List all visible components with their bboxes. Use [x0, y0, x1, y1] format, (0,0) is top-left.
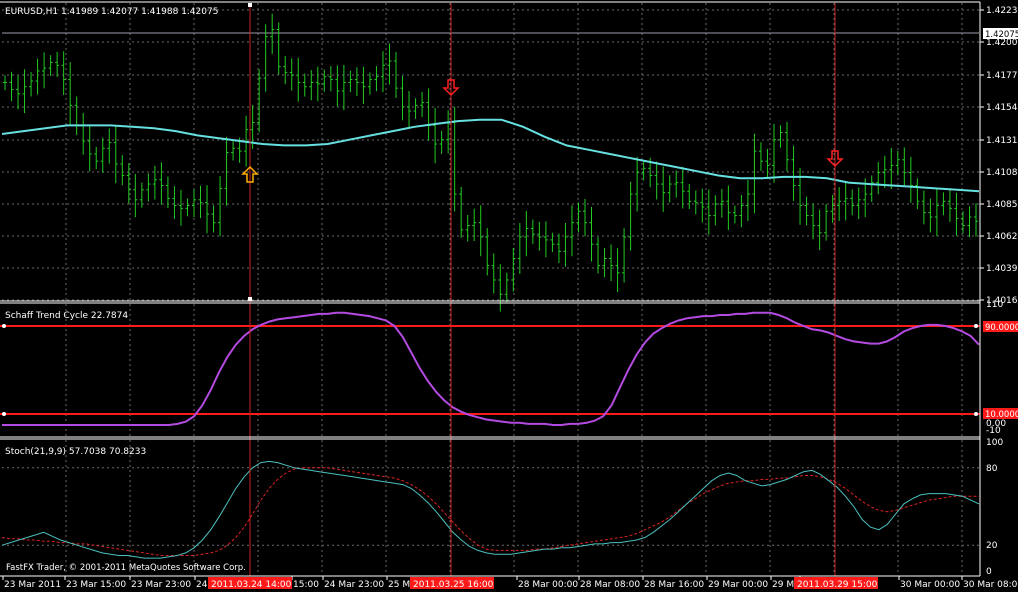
stoch-scale-label: 20: [986, 541, 998, 551]
time-axis-label: 30 Mar 00:00: [900, 580, 960, 590]
stc-level-tag-90: 90.0000: [983, 321, 1018, 333]
current-price-value: 1.42075: [985, 30, 1018, 40]
price-header: EURUSD,H1 1.41989 1.42077 1.41988 1.4207…: [5, 7, 218, 17]
time-axis-label: 23 Mar 23:00: [131, 580, 191, 590]
current-price-tag: 1.42075: [983, 28, 1018, 40]
stoch-scale-label: 100: [986, 438, 1003, 448]
price-scale-label: 1.41080: [986, 168, 1018, 178]
cursor-date-tag-3: 2011.03.29 15:00: [794, 577, 878, 590]
price-scale-label: 1.42235: [986, 6, 1018, 16]
time-axis-label: 24 Mar 23:00: [324, 580, 384, 590]
stoch-header: Stoch(21,9,9) 57.7038 70.8233: [5, 447, 146, 457]
time-axis-label: 29 Mar 00:00: [708, 580, 768, 590]
price-scale-label: 1.40620: [986, 232, 1018, 242]
stoch-scale-label: 80: [986, 464, 998, 474]
price-scale-label: 1.40390: [986, 264, 1018, 274]
time-axis-label: 30 Mar 08:00: [963, 580, 1018, 590]
copyright-text: FastFX Trader, © 2001-2011 MetaQuotes So…: [6, 563, 246, 573]
time-axis-label: 23 Mar 15:00: [66, 580, 126, 590]
stc-level-tag-10: 10.0000: [983, 408, 1018, 420]
stoch-scale-label: 0: [986, 567, 992, 577]
cursor-handle[interactable]: [248, 3, 252, 7]
chart-root: 1.422351.420051.417751.415451.413151.410…: [0, 0, 1018, 592]
stc-scale-label: 110: [986, 300, 1003, 310]
stc-level-label-10: 10.0000: [985, 410, 1018, 420]
time-axis-label: 28 Mar 08:00: [580, 580, 640, 590]
cursor-date-label-1: 2011.03.24 14:00: [211, 580, 292, 590]
price-scale-label: 1.40850: [986, 200, 1018, 210]
stc-header: Schaff Trend Cycle 22.7874: [5, 311, 128, 321]
cursor-date-label-2: 2011.03.25 16:00: [413, 580, 494, 590]
stc-level-anchor[interactable]: [974, 412, 978, 416]
time-axis-label: 28 Mar 16:00: [644, 580, 704, 590]
price-scale-label: 1.41545: [986, 103, 1018, 113]
stc-level-anchor[interactable]: [2, 324, 6, 328]
stc-level-anchor[interactable]: [2, 412, 6, 416]
time-axis-label: 23 Mar 2011: [4, 580, 61, 590]
stc-level-label-90: 90.0000: [985, 323, 1018, 333]
price-scale-label: 1.41775: [986, 71, 1018, 81]
time-axis-label: 15:00: [293, 580, 319, 590]
cursor-handle[interactable]: [248, 297, 252, 301]
stc-level-anchor[interactable]: [974, 324, 978, 328]
cursor-date-tag-1: 2011.03.24 14:00: [208, 577, 292, 590]
price-scale-label: 1.41315: [986, 136, 1018, 146]
cursor-date-label-3: 2011.03.29 15:00: [797, 580, 878, 590]
cursor-date-tag-2: 2011.03.25 16:00: [410, 577, 494, 590]
time-axis-label: 28 Mar 00:00: [518, 580, 578, 590]
stc-scale-label: 0.00: [986, 419, 1006, 429]
